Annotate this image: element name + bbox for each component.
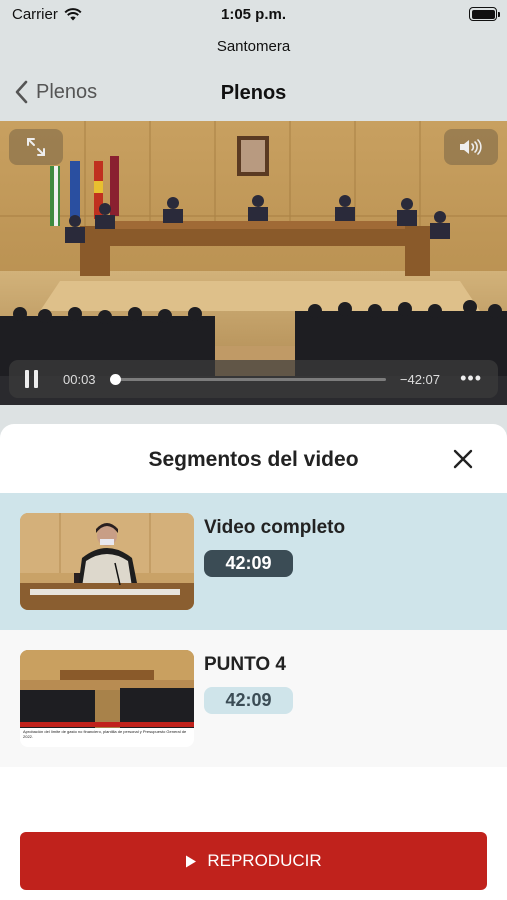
speaker-icon — [460, 139, 482, 155]
back-button[interactable]: Plenos — [14, 80, 97, 104]
segment-item-video-completo[interactable]: Video completo 42:09 — [0, 493, 507, 630]
back-chevron-icon — [15, 80, 28, 104]
sheet-title: Segmentos del video — [148, 448, 359, 471]
segment-title: Video completo — [204, 517, 346, 538]
clock: 1:05 p.m. — [220, 6, 287, 23]
scrubber-knob[interactable] — [109, 374, 121, 385]
mute-button[interactable] — [444, 129, 498, 165]
segment-thumbnail: Aprobación del límite de gasto no financ… — [20, 650, 194, 747]
close-icon — [453, 449, 473, 469]
segments-sheet: Segmentos del video Video completo 42:09… — [0, 424, 507, 900]
expand-icon — [27, 138, 45, 156]
status-bar: Carrier 1:05 p.m. — [0, 0, 507, 30]
thumbnail-caption: Aprobación del límite de gasto no financ… — [23, 729, 187, 739]
play-icon — [186, 855, 197, 867]
navigation-bar: Plenos Plenos — [0, 70, 507, 120]
more-options-button[interactable]: ••• — [460, 368, 482, 389]
playback-controls: 00:03 −42:07 ••• — [9, 360, 498, 398]
pause-icon — [25, 370, 29, 388]
scrubber-track[interactable] — [109, 374, 386, 385]
play-button[interactable]: REPRODUCIR — [20, 832, 487, 890]
close-button[interactable] — [451, 447, 475, 471]
segment-item-punto-4[interactable]: Aprobación del límite de gasto no financ… — [0, 630, 507, 767]
app-title: Santomera — [216, 38, 291, 55]
remaining-time: −42:07 — [399, 372, 440, 387]
pause-button[interactable] — [25, 370, 39, 388]
play-button-label: REPRODUCIR — [207, 851, 322, 870]
duration-badge: 42:09 — [204, 687, 293, 714]
duration-badge: 42:09 — [204, 550, 293, 577]
battery-icon — [469, 7, 500, 21]
segment-title: PUNTO 4 — [204, 654, 287, 675]
elapsed-time: 00:03 — [63, 372, 96, 387]
segment-thumbnail — [20, 513, 194, 610]
back-label: Plenos — [36, 80, 98, 103]
video-player[interactable]: 00:03 −42:07 ••• — [0, 121, 507, 405]
fullscreen-button[interactable] — [9, 129, 63, 165]
